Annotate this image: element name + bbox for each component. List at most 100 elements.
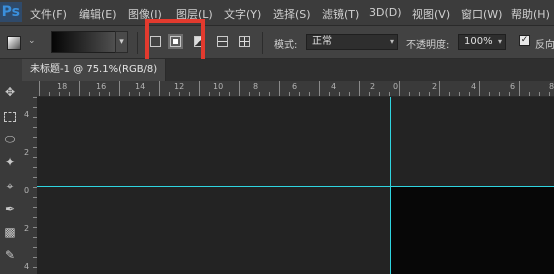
chevron-down-icon: ▾ xyxy=(389,37,394,46)
ruler-tick xyxy=(499,92,500,96)
ruler-tick xyxy=(49,92,50,96)
ruler-tick xyxy=(489,92,490,96)
vertical-ruler[interactable]: 4 2 0 2 4 xyxy=(22,96,38,274)
reverse-label: 反向 xyxy=(535,40,554,51)
ruler-label: 4 xyxy=(24,110,30,119)
options-bar: ⌄ ▾ 模式: 正常 ▾ 不透明度: 100% ▾ ✓ 反向 xyxy=(0,26,554,59)
menu-file[interactable]: 文件(F) xyxy=(30,6,67,22)
document-canvas[interactable] xyxy=(390,187,554,274)
ruler-tick xyxy=(399,81,400,96)
horizontal-guide[interactable] xyxy=(37,186,554,187)
ruler-label: 2 xyxy=(24,148,30,157)
ruler-tick xyxy=(99,92,100,96)
ruler-label: 8 xyxy=(253,82,259,91)
ruler-tick xyxy=(329,92,330,96)
menu-bar: Ps 文件(F) 编辑(E) 图像(I) 图层(L) 文字(Y) 选择(S) 滤… xyxy=(0,0,554,26)
ruler-label: 8 xyxy=(549,82,554,91)
ruler-tick xyxy=(259,92,260,96)
ruler-label: 2 xyxy=(24,224,30,233)
ruler-tick xyxy=(269,92,270,96)
crop-tool-icon[interactable]: ⌖ xyxy=(3,179,17,193)
eyedropper-tool-icon[interactable]: ✒ xyxy=(3,202,17,216)
healing-brush-tool-icon[interactable]: ▩ xyxy=(3,225,17,239)
gradient-picker-dropdown[interactable]: ▾ xyxy=(115,31,128,53)
ruler-tick xyxy=(279,81,280,96)
document-tab[interactable]: 未标题-1 @ 75.1%(RGB/8) xyxy=(22,59,167,81)
menu-3d[interactable]: 3D(D) xyxy=(369,6,402,19)
ruler-tick xyxy=(149,92,150,96)
ruler-tick xyxy=(159,81,160,96)
ruler-tick xyxy=(189,92,190,96)
ruler-label: 12 xyxy=(174,82,185,91)
ruler-tick xyxy=(339,92,340,96)
marquee-tool-icon[interactable] xyxy=(3,109,17,123)
tool-preset-icon[interactable] xyxy=(7,36,21,50)
ruler-label: 0 xyxy=(24,186,30,195)
ruler-tick xyxy=(379,92,380,96)
ruler-corner xyxy=(22,81,37,96)
toolbox: ✥ ⬭ ✦ ⌖ ✒ ▩ ✎ xyxy=(0,59,23,274)
ruler-tick xyxy=(369,92,370,96)
ruler-label: 0 xyxy=(393,82,399,91)
ruler-tick xyxy=(129,92,130,96)
opacity-label: 不透明度: xyxy=(406,40,450,51)
gradient-preview[interactable] xyxy=(51,31,125,53)
ruler-label: 16 xyxy=(96,82,107,91)
reflected-gradient-icon[interactable] xyxy=(217,36,228,47)
mode-label: 模式: xyxy=(274,40,298,51)
mode-value: 正常 xyxy=(312,36,332,47)
ruler-tick xyxy=(359,81,360,96)
ruler-tick xyxy=(89,92,90,96)
ruler-tick xyxy=(299,92,300,96)
reverse-checkbox[interactable]: ✓ xyxy=(519,35,530,46)
ruler-tick xyxy=(199,81,200,96)
ruler-tick xyxy=(469,92,470,96)
ruler-tick xyxy=(219,92,220,96)
ruler-label: 6 xyxy=(510,82,516,91)
ruler-tick xyxy=(449,92,450,96)
brush-tool-icon[interactable]: ✎ xyxy=(3,248,17,262)
ruler-tick xyxy=(479,81,480,96)
menu-view[interactable]: 视图(V) xyxy=(412,6,450,22)
ruler-tick xyxy=(429,92,430,96)
menu-window[interactable]: 窗口(W) xyxy=(461,6,502,22)
chevron-down-icon[interactable]: ⌄ xyxy=(28,36,36,46)
magic-wand-tool-icon[interactable]: ✦ xyxy=(3,155,17,169)
menu-select[interactable]: 选择(S) xyxy=(273,6,311,22)
ruler-tick xyxy=(59,92,60,96)
ruler-tick xyxy=(39,81,40,96)
mode-select[interactable]: 正常 ▾ xyxy=(306,34,398,50)
ruler-tick xyxy=(109,92,110,96)
ruler-tick xyxy=(439,81,440,96)
ruler-label: 2 xyxy=(370,82,376,91)
ruler-label: 2 xyxy=(432,82,438,91)
ruler-tick xyxy=(119,81,120,96)
opacity-value: 100% xyxy=(464,36,493,47)
menu-help[interactable]: 帮助(H) xyxy=(511,6,550,22)
ruler-label: 4 xyxy=(331,82,337,91)
menu-edit[interactable]: 编辑(E) xyxy=(79,6,117,22)
ruler-label: 6 xyxy=(292,82,298,91)
ruler-tick xyxy=(139,92,140,96)
ruler-tick xyxy=(289,92,290,96)
move-tool-icon[interactable]: ✥ xyxy=(3,85,17,99)
separator xyxy=(137,32,138,54)
ruler-label: 4 xyxy=(471,82,477,91)
horizontal-ruler[interactable]: 18 16 14 12 10 8 6 4 2 0 2 4 6 8 xyxy=(37,81,554,97)
chevron-down-icon: ▾ xyxy=(497,37,502,46)
menu-filter[interactable]: 滤镜(T) xyxy=(322,6,359,22)
separator xyxy=(262,32,263,54)
ruler-tick xyxy=(309,92,310,96)
menu-type[interactable]: 文字(Y) xyxy=(224,6,261,22)
canvas-workspace[interactable] xyxy=(37,97,554,274)
ruler-tick xyxy=(169,92,170,96)
ruler-tick xyxy=(539,92,540,96)
photoshop-logo: Ps xyxy=(0,2,22,22)
ruler-label: 14 xyxy=(135,82,146,91)
diamond-gradient-icon[interactable] xyxy=(239,36,250,47)
ruler-tick xyxy=(389,92,390,96)
opacity-input[interactable]: 100% ▾ xyxy=(458,34,506,50)
ruler-tick xyxy=(519,81,520,96)
lasso-tool-icon[interactable]: ⬭ xyxy=(3,132,17,146)
ruler-label: 18 xyxy=(57,82,68,91)
